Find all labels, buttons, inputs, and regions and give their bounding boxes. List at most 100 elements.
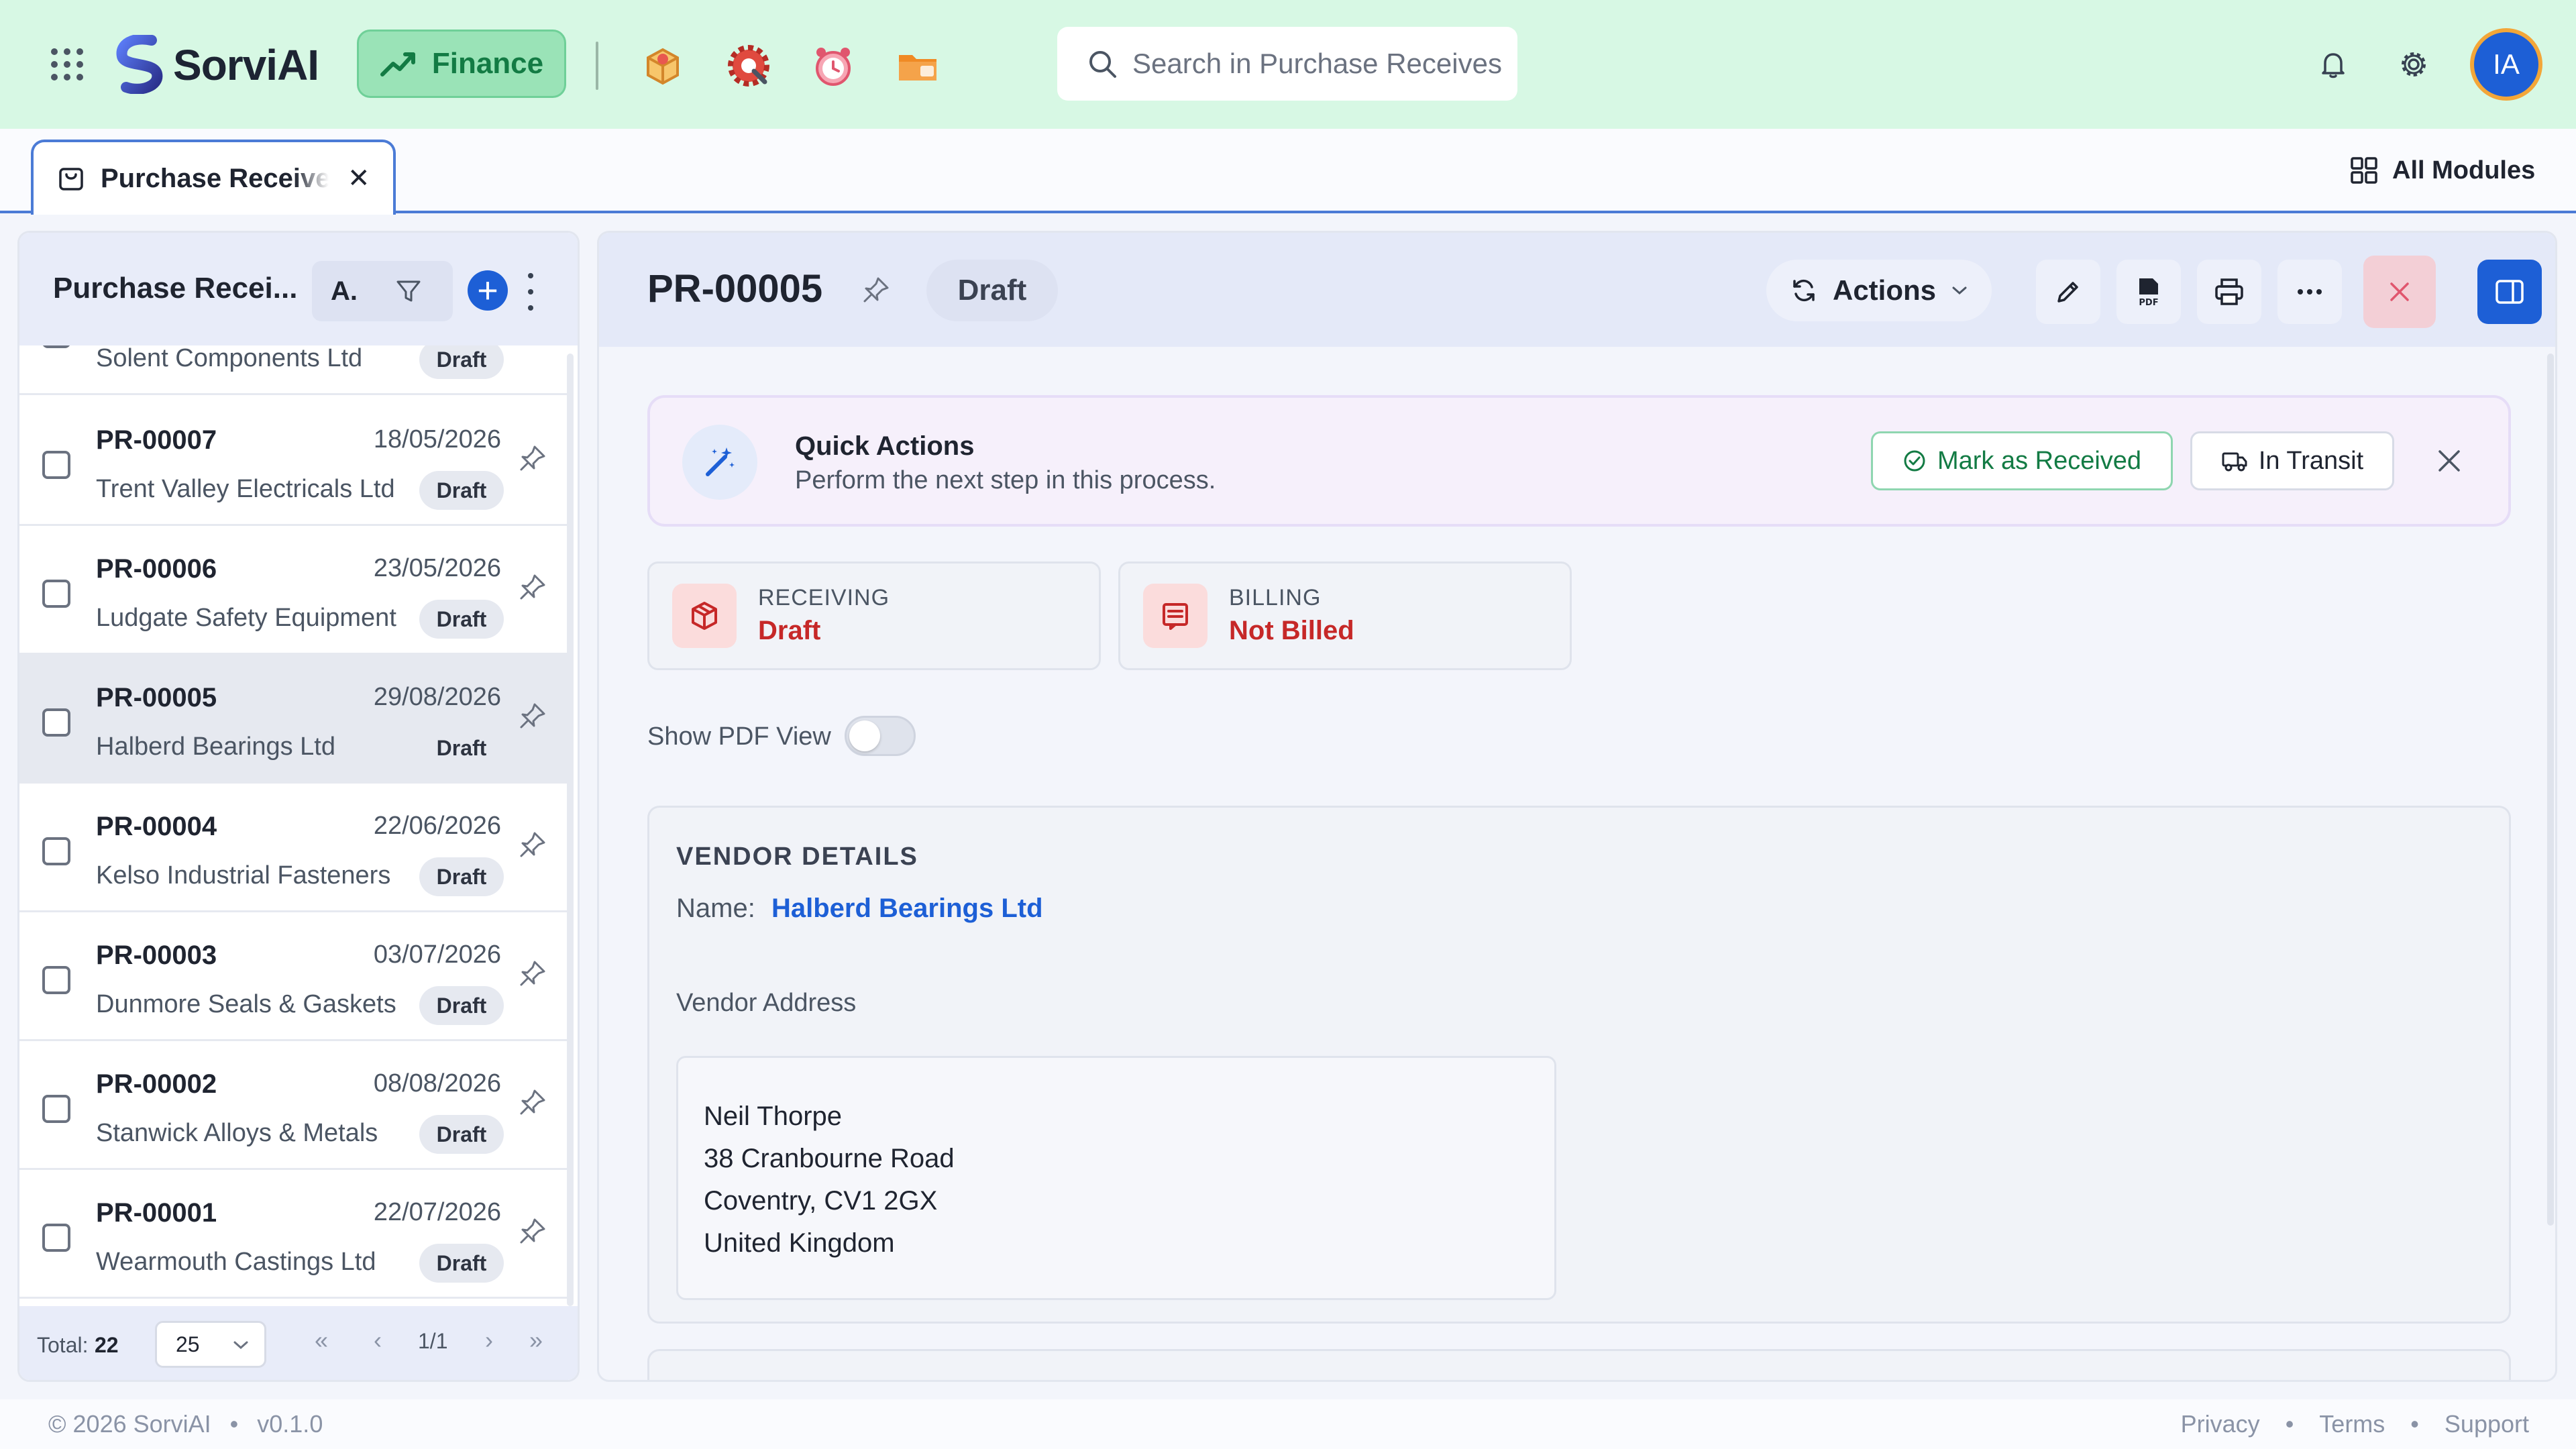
- page-title: PR-00005: [647, 267, 823, 311]
- pdf-icon: PDF: [2139, 278, 2159, 308]
- trend-up-icon: [380, 52, 415, 76]
- all-modules-label: All Modules: [2392, 156, 2536, 184]
- all-modules-button[interactable]: All Modules: [2349, 156, 2535, 185]
- pin-icon[interactable]: [517, 1216, 548, 1246]
- section-title: VENDOR DETAILS: [676, 843, 918, 871]
- separator-dot: •: [2410, 1410, 2419, 1438]
- list-item-selected[interactable]: PR-00005 29/08/2026 Halberd Bearings Ltd…: [19, 655, 568, 784]
- pin-icon[interactable]: [517, 443, 548, 474]
- close-tab-icon[interactable]: ✕: [347, 163, 370, 194]
- list-item[interactable]: PR-00004 22/06/2026 Kelso Industrial Fas…: [19, 784, 568, 912]
- pin-icon[interactable]: [517, 1087, 548, 1118]
- status-badge: Draft: [419, 1244, 504, 1283]
- print-button[interactable]: [2197, 260, 2261, 324]
- list-item[interactable]: Solent Components Ltd Draft: [19, 345, 568, 395]
- list-panel: Purchase Recei... A. + Solent Components…: [17, 231, 580, 1382]
- user-avatar[interactable]: IA: [2470, 28, 2542, 101]
- row-checkbox[interactable]: [42, 580, 70, 608]
- row-vendor: Dunmore Seals & Gaskets: [96, 990, 396, 1018]
- row-checkbox[interactable]: [42, 345, 70, 348]
- alarm-clock-icon[interactable]: [809, 42, 857, 90]
- close-icon[interactable]: [2434, 446, 2464, 476]
- list-item[interactable]: PR-00007 18/05/2026 Trent Valley Electri…: [19, 397, 568, 526]
- page-indicator: 1/1: [418, 1329, 448, 1353]
- row-checkbox[interactable]: [42, 966, 70, 994]
- close-icon: [2390, 282, 2409, 301]
- pin-icon[interactable]: [517, 958, 548, 989]
- row-vendor: Solent Components Ltd: [96, 345, 363, 372]
- list-item[interactable]: PR-00006 23/05/2026 Ludgate Safety Equip…: [19, 526, 568, 655]
- settings-wrench-icon[interactable]: [724, 42, 773, 90]
- row-date: 03/07/2026: [373, 941, 501, 969]
- in-transit-button[interactable]: In Transit: [2190, 431, 2394, 490]
- more-button[interactable]: [2277, 260, 2342, 324]
- search-input[interactable]: Search in Purchase Receives: [1057, 27, 1517, 101]
- divider: [596, 42, 598, 90]
- row-checkbox[interactable]: [42, 1095, 70, 1123]
- vendor-details-section: VENDOR DETAILS Name: Halberd Bearings Lt…: [647, 806, 2511, 1324]
- detail-scrollbar[interactable]: [2547, 354, 2554, 1226]
- privacy-link[interactable]: Privacy: [2181, 1410, 2260, 1438]
- row-vendor: Trent Valley Electricals Ltd: [96, 475, 395, 503]
- status-badge: Draft: [419, 600, 504, 639]
- support-link[interactable]: Support: [2445, 1410, 2529, 1438]
- list-item[interactable]: PR-00003 03/07/2026 Dunmore Seals & Gask…: [19, 912, 568, 1041]
- folder-icon[interactable]: [894, 42, 942, 90]
- receive-list: Solent Components Ltd Draft PR-00007 18/…: [19, 345, 570, 1306]
- row-date: 22/07/2026: [373, 1198, 501, 1226]
- list-item[interactable]: PR-00002 08/08/2026 Stanwick Alloys & Me…: [19, 1041, 568, 1170]
- pin-icon[interactable]: [517, 572, 548, 602]
- toggle-panel-button[interactable]: [2477, 260, 2542, 324]
- list-scrollbar[interactable]: [567, 354, 574, 1306]
- grid-icon: [2351, 157, 2377, 184]
- truck-icon: [2222, 452, 2247, 472]
- pin-icon[interactable]: [517, 829, 548, 860]
- sort-button[interactable]: A.: [312, 276, 376, 307]
- pin-icon[interactable]: [861, 274, 892, 305]
- receiving-status-card: RECEIVING Draft: [647, 561, 1101, 670]
- first-page-icon[interactable]: «: [315, 1326, 328, 1354]
- pdf-button[interactable]: PDF: [2116, 260, 2181, 324]
- terms-link[interactable]: Terms: [2319, 1410, 2385, 1438]
- vendor-name-label: Name:: [676, 894, 755, 923]
- list-item[interactable]: PR-00001 22/07/2026 Wearmouth Castings L…: [19, 1170, 568, 1299]
- vendor-address-label: Vendor Address: [676, 989, 857, 1017]
- edit-button[interactable]: [2036, 260, 2100, 324]
- close-record-button[interactable]: [2363, 256, 2436, 328]
- row-number: PR-00005: [96, 683, 217, 712]
- module-label: Finance: [431, 47, 544, 80]
- quick-actions-card: Quick Actions Perform the next step in t…: [647, 395, 2511, 527]
- page-size-value: 25: [176, 1332, 200, 1356]
- row-vendor: Stanwick Alloys & Metals: [96, 1119, 378, 1147]
- prev-page-icon[interactable]: ‹: [374, 1326, 382, 1354]
- tab-purchase-receives[interactable]: Purchase Receives ✕: [31, 140, 396, 215]
- bell-icon[interactable]: [2317, 48, 2349, 80]
- page-size-select[interactable]: 25: [155, 1321, 266, 1368]
- vendor-name-link[interactable]: Halberd Bearings Ltd: [771, 894, 1043, 924]
- mark-as-received-button[interactable]: Mark as Received: [1871, 431, 2173, 490]
- last-page-icon[interactable]: »: [529, 1326, 543, 1354]
- next-section: [647, 1349, 2511, 1380]
- status-badge: Draft: [419, 857, 504, 896]
- pin-icon[interactable]: [517, 700, 548, 731]
- row-checkbox[interactable]: [42, 837, 70, 865]
- quick-actions-subtitle: Perform the next step in this process.: [795, 466, 1216, 494]
- filter-icon[interactable]: [376, 277, 441, 305]
- row-checkbox[interactable]: [42, 451, 70, 479]
- status-badge: Draft: [926, 260, 1058, 321]
- row-checkbox[interactable]: [42, 708, 70, 737]
- billing-status-card: BILLING Not Billed: [1118, 561, 1572, 670]
- gear-icon[interactable]: [2398, 48, 2430, 80]
- module-finance-button[interactable]: Finance: [357, 30, 566, 98]
- add-button[interactable]: +: [468, 270, 508, 311]
- row-checkbox[interactable]: [42, 1224, 70, 1252]
- next-page-icon[interactable]: ›: [485, 1326, 493, 1354]
- quick-actions-title: Quick Actions: [795, 431, 975, 461]
- row-number: PR-00007: [96, 425, 217, 455]
- more-vertical-icon[interactable]: [524, 273, 537, 311]
- inventory-box-icon[interactable]: [639, 42, 687, 90]
- actions-dropdown[interactable]: Actions: [1766, 260, 1992, 321]
- pdf-view-toggle[interactable]: [845, 716, 916, 756]
- app-grid-icon[interactable]: [51, 48, 83, 80]
- row-date: 22/06/2026: [373, 812, 501, 840]
